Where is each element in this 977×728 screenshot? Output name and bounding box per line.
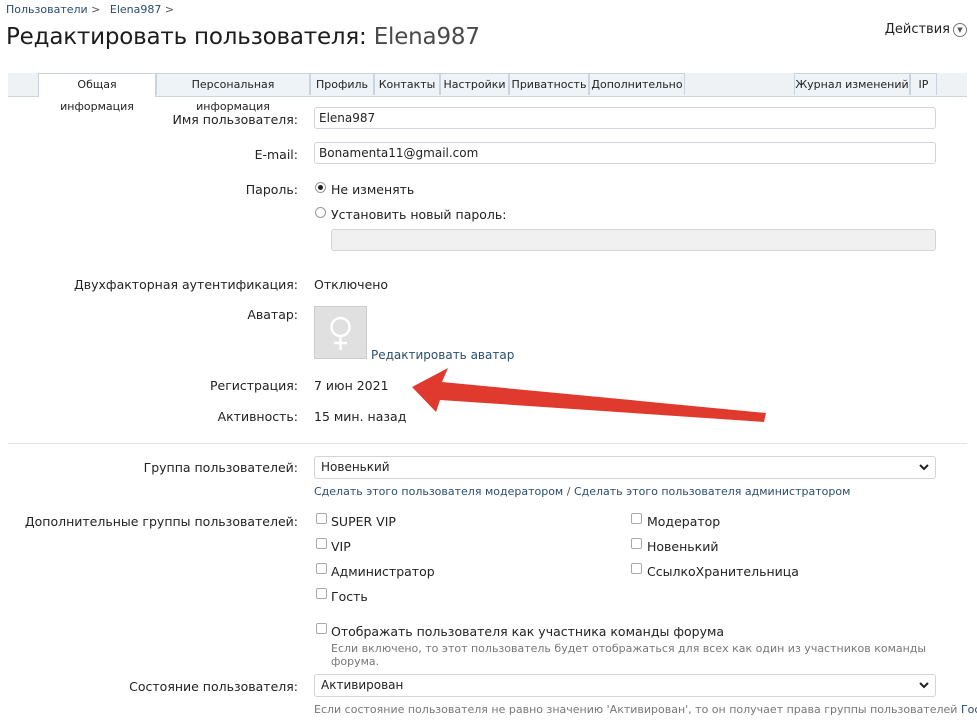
twofa-label: Двухфакторная аутентификация:: [73, 277, 298, 292]
guest-link[interactable]: Гость: [961, 703, 977, 716]
state-label: Состояние пользователя:: [129, 679, 298, 694]
breadcrumb-separator: >: [161, 3, 175, 16]
state-select[interactable]: Активирован: [314, 674, 936, 697]
group-checkbox-label: Администратор: [331, 564, 435, 579]
group-checkbox-vip[interactable]: [316, 538, 327, 549]
tab-profile[interactable]: Профиль: [310, 73, 374, 95]
password-new-radio[interactable]: [315, 207, 326, 218]
group-checkbox-label: Гость: [331, 589, 368, 604]
make-admin-link[interactable]: Сделать этого пользователя администратор…: [574, 485, 850, 498]
registration-value: 7 июн 2021: [314, 378, 389, 393]
email-label: E-mail:: [254, 147, 298, 162]
extra-groups-label: Дополнительные группы пользователей:: [24, 514, 298, 529]
actions-menu[interactable]: Действия ▼: [885, 22, 967, 37]
tab-settings[interactable]: Настройки: [440, 73, 509, 95]
actions-label[interactable]: Действия: [885, 22, 950, 37]
breadcrumb-user[interactable]: Elena987: [110, 3, 161, 16]
group-checkbox-label: Модератор: [647, 514, 721, 529]
section-divider: [8, 443, 967, 444]
red-arrow-annotation: [412, 368, 766, 422]
state-hint: Если состояние пользователя не равно зна…: [314, 703, 977, 716]
chevron-down-icon: [919, 464, 929, 471]
tab-privacy[interactable]: Приватность: [509, 73, 589, 95]
group-checkbox-newbie[interactable]: [631, 538, 642, 549]
female-silhouette-icon: [330, 316, 351, 350]
registration-label: Регистрация:: [209, 378, 298, 393]
group-label: Группа пользователей:: [143, 460, 298, 475]
tab-general[interactable]: Общая информация: [38, 73, 156, 113]
activity-label: Активность:: [217, 409, 298, 424]
chevron-down-icon: [919, 682, 929, 689]
page-title-username: Elena987: [373, 24, 480, 50]
group-checkbox-guest[interactable]: [316, 588, 327, 599]
avatar[interactable]: [314, 306, 367, 359]
staff-checkbox[interactable]: [316, 623, 327, 634]
tab-bar: Общая информация Персональная информация…: [8, 73, 967, 113]
group-select[interactable]: Новенький: [314, 456, 936, 479]
group-links-separator: /: [566, 485, 571, 498]
password-new-label: Установить новый пароль:: [331, 207, 507, 222]
tab-contacts[interactable]: Контакты: [374, 73, 440, 95]
activity-value: 15 мин. назад: [314, 409, 407, 424]
breadcrumb-separator: >: [87, 3, 101, 16]
group-checkbox-admin[interactable]: [316, 563, 327, 574]
password-label: Пароль:: [245, 182, 298, 197]
twofa-value: Отключено: [314, 277, 389, 292]
make-moderator-link[interactable]: Сделать этого пользователя модератором: [314, 485, 563, 498]
staff-hint: Если включено, то этот пользователь буде…: [331, 642, 927, 668]
group-select-value: Новенький: [321, 460, 390, 474]
username-field[interactable]: Elena987: [314, 107, 936, 129]
avatar-label: Аватар:: [247, 307, 298, 322]
page-title-prefix: Редактировать пользователя:: [6, 24, 374, 50]
group-checkbox-label: Новенький: [647, 539, 719, 554]
breadcrumb-users[interactable]: Пользователи: [6, 3, 88, 16]
staff-label: Отображать пользователя как участника ко…: [331, 624, 725, 639]
tab-additional[interactable]: Дополнительно: [589, 73, 685, 95]
breadcrumb: Пользователи > Elena987 >: [6, 3, 180, 16]
group-checkbox-super-vip[interactable]: [316, 513, 327, 524]
tab-ip[interactable]: IP: [910, 73, 937, 95]
new-password-field[interactable]: [331, 229, 936, 251]
group-checkbox-label: SUPER VIP: [331, 514, 396, 529]
email-field[interactable]: Bonamenta11@gmail.com: [314, 142, 936, 164]
state-select-value: Активирован: [321, 678, 404, 692]
username-label: Имя пользователя:: [172, 112, 298, 127]
chevron-down-icon[interactable]: ▼: [953, 22, 967, 37]
tab-personal[interactable]: Персональная информация: [156, 73, 310, 113]
group-checkbox-label: СсылкоХранительница: [647, 564, 799, 579]
page-title: Редактировать пользователя: Elena987: [6, 24, 480, 50]
password-keep-radio[interactable]: [315, 182, 326, 193]
tab-change-log[interactable]: Журнал изменений: [794, 73, 910, 95]
group-links: Сделать этого пользователя модератором /…: [314, 485, 850, 498]
password-keep-label: Не изменять: [331, 182, 415, 197]
group-checkbox-linkkeeper[interactable]: [631, 563, 642, 574]
state-hint-text: Если состояние пользователя не равно зна…: [314, 703, 958, 716]
group-checkbox-moderator[interactable]: [631, 513, 642, 524]
group-checkbox-label: VIP: [331, 539, 351, 554]
